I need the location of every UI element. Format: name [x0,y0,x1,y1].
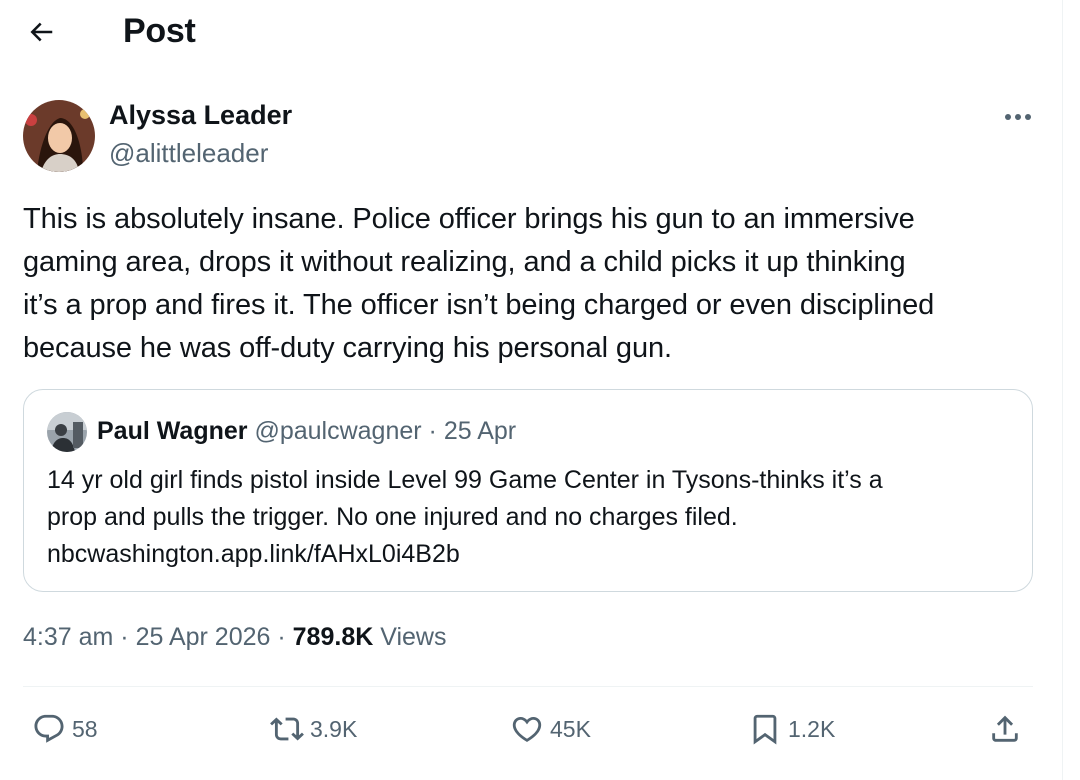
repost-button[interactable]: 3.9K [270,712,357,746]
meta-separator: · [120,623,129,651]
page-title: Post [123,12,196,50]
reply-icon [34,714,64,743]
tweet-line: it’s a prop and fires it. The officer is… [23,289,935,321]
share-button[interactable] [988,712,1028,746]
heart-icon [512,716,542,742]
bookmark-count: 1.2K [788,715,836,742]
views-count: 789.8K [292,623,374,651]
post-time[interactable]: 4:37 am [23,623,113,651]
quote-author-handle: @paulcwagner [254,417,422,445]
quote-header: Paul Wagner @paulcwagner · 25 Apr [97,417,516,446]
more-icon [1005,114,1031,120]
like-button[interactable]: 45K [510,712,591,746]
bookmark-icon [753,714,777,745]
back-button[interactable] [22,13,60,51]
quote-line: 14 yr old girl finds pistol inside Level… [47,466,883,494]
meta-separator: · [277,623,286,651]
views-label: Views [380,623,447,651]
divider [23,686,1033,687]
post-meta: 4:37 am · 25 Apr 2026 · 789.8K Views [23,623,446,652]
quote-text: 14 yr old girl finds pistol inside Level… [47,462,1007,573]
quote-date: 25 Apr [443,417,517,445]
repost-icon [270,717,304,741]
arrow-left-icon [30,22,53,42]
post-date[interactable]: 25 Apr 2026 [136,623,271,651]
avatar[interactable] [23,100,95,172]
repost-count: 3.9K [310,715,358,742]
column-border [1062,0,1063,780]
reply-button[interactable]: 58 [32,712,98,746]
tweet-line: This is absolutely insane. Police office… [23,203,915,235]
tweet-text: This is absolutely insane. Police office… [23,198,1033,370]
share-icon [992,715,1018,742]
action-bar: 58 3.9K 45K 1.2K [0,702,1062,762]
tweet-line: because he was off-duty carrying his per… [23,332,672,364]
quoted-tweet[interactable]: Paul Wagner @paulcwagner · 25 Apr 14 yr … [23,389,1033,592]
author-name[interactable]: Alyssa Leader [109,100,292,131]
post-header: Post [0,0,1062,64]
more-options-button[interactable] [998,102,1038,132]
bookmark-button[interactable]: 1.2K [748,712,835,746]
reply-count: 58 [72,715,98,742]
quote-author-name: Paul Wagner [97,417,248,445]
quote-separator: · [428,417,437,445]
like-count: 45K [550,715,591,742]
quote-profile-photo-icon [47,412,87,452]
quote-avatar [47,412,87,452]
tweet-line: gaming area, drops it without realizing,… [23,246,906,278]
quote-link[interactable]: nbcwashington.app.link/fAHxL0i4B2b [47,536,1007,573]
quote-line: prop and pulls the trigger. No one injur… [47,503,738,531]
author-handle[interactable]: @alittleleader [109,138,268,169]
profile-photo-icon [23,100,95,172]
